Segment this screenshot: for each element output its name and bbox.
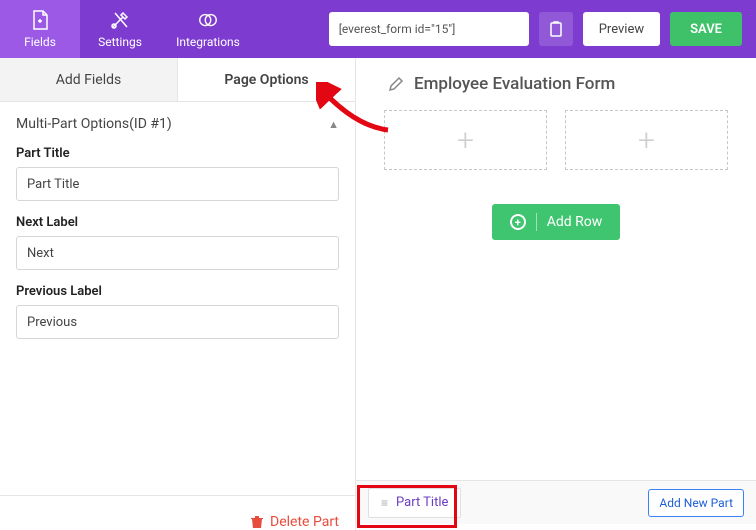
- form-canvas: Employee Evaluation Form + + + Add Row ≡…: [356, 58, 756, 530]
- multipart-accordion-header[interactable]: Multi-Part Options(ID #1) ▲: [16, 102, 339, 146]
- next-label-input[interactable]: [16, 236, 339, 270]
- save-button-label: SAVE: [690, 22, 722, 37]
- part-title-label: Part Title: [16, 146, 339, 161]
- drag-handle-icon: ≡: [381, 496, 388, 510]
- plus-icon: +: [638, 123, 655, 158]
- tab-add-fields-label: Add Fields: [56, 72, 122, 88]
- form-title[interactable]: Employee Evaluation Form: [414, 74, 615, 94]
- drop-zone-2[interactable]: +: [565, 110, 728, 170]
- copy-shortcode-button[interactable]: [539, 12, 573, 46]
- nav-tab-settings[interactable]: Settings: [80, 0, 160, 58]
- accordion-title: Multi-Part Options(ID #1): [16, 116, 172, 132]
- shortcode-text: [everest_form id="15"]: [339, 22, 456, 36]
- trash-icon: [250, 515, 264, 529]
- part-tab[interactable]: ≡ Part Title: [368, 488, 461, 518]
- save-button[interactable]: SAVE: [670, 12, 742, 46]
- separator: [536, 213, 537, 231]
- delete-part-label: Delete Part: [270, 514, 339, 530]
- left-sidebar: Add Fields Page Options Multi-Part Optio…: [0, 58, 356, 530]
- add-new-part-label: Add New Part: [659, 496, 733, 510]
- file-icon: [29, 9, 51, 31]
- preview-button-label: Preview: [599, 22, 644, 37]
- tab-page-options-label: Page Options: [224, 72, 308, 88]
- plus-icon: +: [457, 123, 474, 158]
- tab-page-options[interactable]: Page Options: [178, 58, 355, 102]
- nav-tab-integrations-label: Integrations: [176, 35, 240, 49]
- nav-tab-settings-label: Settings: [98, 35, 142, 49]
- add-row-button[interactable]: + Add Row: [492, 204, 621, 240]
- preview-button[interactable]: Preview: [583, 12, 660, 46]
- tools-icon: [109, 9, 131, 31]
- clipboard-icon: [548, 20, 564, 38]
- caret-up-icon: ▲: [328, 118, 339, 131]
- delete-part-button[interactable]: Delete Part: [0, 496, 355, 530]
- pencil-icon[interactable]: [388, 76, 404, 92]
- nav-tab-fields-label: Fields: [24, 35, 56, 49]
- plus-circle-icon: +: [510, 214, 526, 230]
- nav-tab-fields[interactable]: Fields: [0, 0, 80, 58]
- previous-label-input[interactable]: [16, 305, 339, 339]
- parts-bar: ≡ Part Title Add New Part: [356, 480, 756, 524]
- drop-zone-1[interactable]: +: [384, 110, 547, 170]
- nav-tab-integrations[interactable]: Integrations: [160, 0, 256, 58]
- previous-label-label: Previous Label: [16, 284, 339, 299]
- part-title-input[interactable]: [16, 167, 339, 201]
- top-nav: Fields Settings Integrations [everest_fo…: [0, 0, 756, 58]
- part-tab-label: Part Title: [396, 495, 448, 510]
- integrations-icon: [197, 9, 219, 31]
- shortcode-display[interactable]: [everest_form id="15"]: [329, 12, 529, 46]
- add-row-label: Add Row: [547, 214, 603, 230]
- add-new-part-button[interactable]: Add New Part: [648, 489, 744, 517]
- tab-add-fields[interactable]: Add Fields: [0, 58, 178, 102]
- next-label-label: Next Label: [16, 215, 339, 230]
